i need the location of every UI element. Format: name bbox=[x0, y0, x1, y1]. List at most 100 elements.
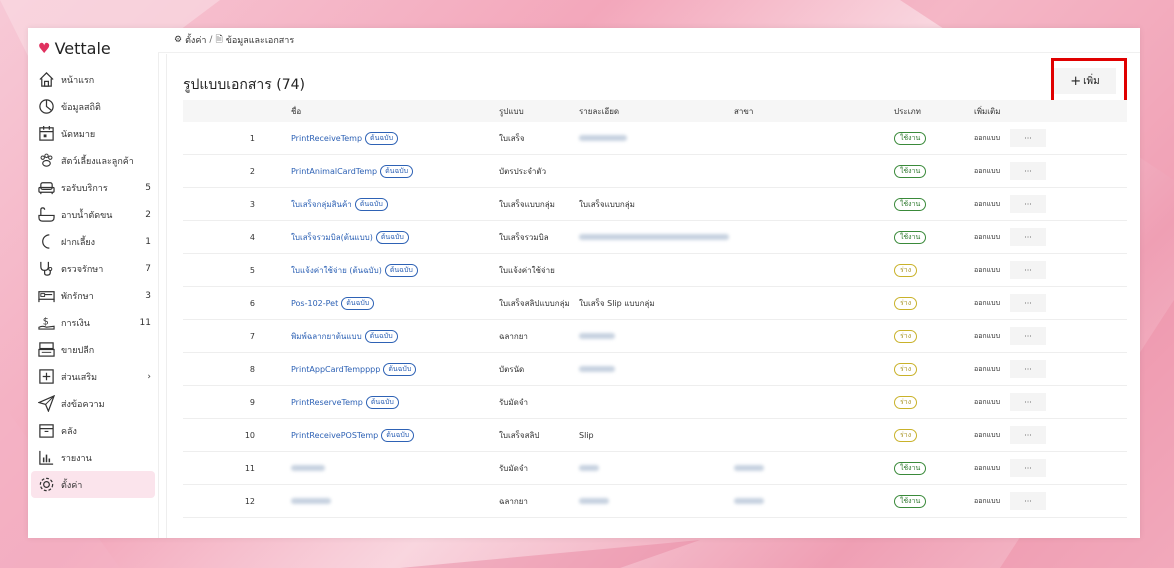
more-options-button[interactable]: ··· bbox=[1010, 426, 1047, 444]
main-content: รูปแบบเอกสาร (74) + เพิ่ม ชื่อ รูปแบบ รา… bbox=[166, 54, 1140, 538]
row-status: ใช้งาน bbox=[894, 164, 974, 178]
table-row[interactable]: 6 Pos-102-Pet ต้นฉบับ ใบเสร็จสลิปแบบกลุ่ม ใบ… bbox=[183, 287, 1127, 320]
sidebar-item-5[interactable]: รอรับบริการ 5 bbox=[28, 174, 158, 201]
design-button[interactable]: ออกแบบ bbox=[974, 298, 1000, 309]
row-status: ใช้งาน bbox=[894, 230, 974, 244]
more-options-button[interactable]: ··· bbox=[1010, 360, 1047, 378]
row-number: 10 bbox=[244, 430, 255, 440]
redacted-name bbox=[291, 465, 325, 471]
sidebar-item-label: พักรักษา bbox=[61, 291, 94, 302]
more-options-button[interactable]: ··· bbox=[1010, 459, 1047, 477]
more-options-button[interactable]: ··· bbox=[1010, 261, 1047, 279]
highlight-box bbox=[1051, 58, 1127, 104]
more-options-button[interactable]: ··· bbox=[1010, 492, 1047, 510]
design-button[interactable]: ออกแบบ bbox=[974, 166, 1000, 177]
design-button[interactable]: ออกแบบ bbox=[974, 463, 1000, 474]
sidebar-item-6[interactable]: อาบน้ำตัดขน 2 bbox=[28, 201, 158, 228]
design-button[interactable]: ออกแบบ bbox=[974, 331, 1000, 342]
table-row[interactable]: 10 PrintReceivePOSTemp ต้นฉบับ ใบเสร็จสลิป S… bbox=[183, 419, 1127, 452]
design-button[interactable]: ออกแบบ bbox=[974, 364, 1000, 375]
template-name-link[interactable]: PrintReceiveTemp bbox=[291, 134, 362, 143]
sidebar-item-9[interactable]: พักรักษา 3 bbox=[28, 282, 158, 309]
sidebar-item-13[interactable]: ส่งข้อความ bbox=[28, 390, 158, 417]
template-name-link[interactable]: ใบแจ้งค่าใช้จ่าย (ต้นฉบับ) bbox=[291, 264, 382, 277]
original-badge: ต้นฉบับ bbox=[354, 197, 388, 211]
table-row[interactable]: 11 รับมัดจำ ใช้งาน ออกแบบ ··· bbox=[183, 452, 1127, 485]
header-branch[interactable]: สาขา bbox=[734, 105, 894, 118]
table-row[interactable]: 1 PrintReceiveTemp ต้นฉบับ ใบเสร็จ ใช้งาน ออก… bbox=[183, 122, 1127, 155]
breadcrumb-root[interactable]: ตั้งค่า bbox=[185, 33, 206, 47]
sidebar-item-16[interactable]: ตั้งค่า bbox=[31, 471, 155, 498]
sidebar-item-1[interactable]: หน้าแรก bbox=[28, 66, 158, 93]
template-name-link[interactable]: ใบเสร็จรวมบิล(ต้นแบบ) bbox=[291, 231, 373, 244]
more-options-button[interactable]: ··· bbox=[1010, 195, 1047, 213]
template-name-link[interactable]: พิมพ์ฉลากยาต้นแบบ bbox=[291, 330, 362, 343]
more-options-button[interactable]: ··· bbox=[1010, 228, 1047, 246]
table-row[interactable]: 9 PrintReserveTemp ต้นฉบับ รับมัดจำ ร่าง ออกแ… bbox=[183, 386, 1127, 419]
row-type: ใบแจ้งค่าใช้จ่าย bbox=[499, 265, 555, 275]
row-name: ใบเสร็จกลุ่มสินค้า ต้นฉบับ bbox=[261, 197, 499, 211]
design-button[interactable]: ออกแบบ bbox=[974, 430, 1000, 441]
sidebar-item-15[interactable]: รายงาน bbox=[28, 444, 158, 471]
sidebar-item-10[interactable]: $ การเงิน 11 bbox=[28, 309, 158, 336]
design-button[interactable]: ออกแบบ bbox=[974, 496, 1000, 507]
status-badge: ร่าง bbox=[894, 395, 918, 409]
template-name-link[interactable]: PrintAppCardTempppp bbox=[291, 365, 380, 374]
more-options-button[interactable]: ··· bbox=[1010, 162, 1047, 180]
app-window: ♥ Vettale หน้าแรก ข้อมูลสถิติ นัดหมาย สัตว์… bbox=[28, 28, 1140, 538]
row-actions: ออกแบบ ··· bbox=[974, 195, 1127, 213]
design-button[interactable]: ออกแบบ bbox=[974, 397, 1000, 408]
row-name: พิมพ์ฉลากยาต้นแบบ ต้นฉบับ bbox=[261, 329, 499, 343]
sidebar-item-11[interactable]: ขายปลีก bbox=[28, 336, 158, 363]
design-button[interactable]: ออกแบบ bbox=[974, 232, 1000, 243]
header-type[interactable]: รูปแบบ bbox=[499, 105, 579, 118]
row-actions: ออกแบบ ··· bbox=[974, 294, 1127, 312]
table-row[interactable]: 5 ใบแจ้งค่าใช้จ่าย (ต้นฉบับ) ต้นฉบับ ใบแจ้ง… bbox=[183, 254, 1127, 287]
original-badge: ต้นฉบับ bbox=[383, 362, 417, 376]
template-name-link[interactable]: PrintReserveTemp bbox=[291, 398, 363, 407]
svg-text:$: $ bbox=[42, 316, 48, 327]
table-row[interactable]: 2 PrintAnimalCardTemp ต้นฉบับ บัตรประจำตัวใ… bbox=[183, 155, 1127, 188]
design-button[interactable]: ออกแบบ bbox=[974, 265, 1000, 276]
sidebar-item-count: 11 bbox=[139, 317, 151, 328]
row-actions: ออกแบบ ··· bbox=[974, 261, 1127, 279]
sidebar-item-label: อาบน้ำตัดขน bbox=[61, 210, 113, 221]
sidebar-item-14[interactable]: คลัง bbox=[28, 417, 158, 444]
sidebar-item-4[interactable]: สัตว์เลี้ยงและลูกค้า bbox=[28, 147, 158, 174]
design-button[interactable]: ออกแบบ bbox=[974, 199, 1000, 210]
document-icon: 🗎 bbox=[215, 35, 223, 45]
sidebar-item-8[interactable]: ตรวจรักษา 7 bbox=[28, 255, 158, 282]
header-name[interactable]: ชื่อ bbox=[261, 105, 499, 118]
sidebar-item-2[interactable]: ข้อมูลสถิติ bbox=[28, 93, 158, 120]
design-button[interactable]: ออกแบบ bbox=[974, 133, 1000, 144]
table-row[interactable]: 8 PrintAppCardTempppp ต้นฉบับ บัตรนัด ร่าง ออ… bbox=[183, 353, 1127, 386]
sidebar-item-label: คลัง bbox=[61, 426, 77, 437]
row-status: ร่าง bbox=[894, 296, 974, 310]
sidebar-item-7[interactable]: ฝากเลี้ยง 1 bbox=[28, 228, 158, 255]
template-name-link[interactable]: PrintAnimalCardTemp bbox=[291, 167, 377, 176]
status-badge: ร่าง bbox=[894, 428, 918, 442]
brand-logo[interactable]: ♥ Vettale bbox=[38, 39, 111, 58]
table-row[interactable]: 4 ใบเสร็จรวมบิล(ต้นแบบ) ต้นฉบับ ใบเสร็จรวมบ… bbox=[183, 221, 1127, 254]
more-options-button[interactable]: ··· bbox=[1010, 294, 1047, 312]
more-options-button[interactable]: ··· bbox=[1010, 393, 1047, 411]
template-name-link[interactable]: PrintReceivePOSTemp bbox=[291, 431, 378, 440]
stats-icon bbox=[37, 98, 55, 116]
header-desc[interactable]: รายละเอียด bbox=[579, 105, 734, 118]
table-row[interactable]: 7 พิมพ์ฉลากยาต้นแบบ ต้นฉบับ ฉลากยา ร่าง ออกแบ… bbox=[183, 320, 1127, 353]
more-options-button[interactable]: ··· bbox=[1010, 327, 1047, 345]
template-name-link[interactable]: ใบเสร็จกลุ่มสินค้า bbox=[291, 198, 352, 211]
row-actions: ออกแบบ ··· bbox=[974, 327, 1127, 345]
more-options-button[interactable]: ··· bbox=[1010, 129, 1047, 147]
sidebar-item-12[interactable]: ส่วนเสริม › bbox=[28, 363, 158, 390]
sidebar-item-3[interactable]: นัดหมาย bbox=[28, 120, 158, 147]
gear-icon: ⚙ bbox=[174, 35, 183, 45]
header-status[interactable]: ประเภท bbox=[894, 105, 974, 118]
table-row[interactable]: 12 ฉลากยา ใช้งาน ออกแบบ ··· bbox=[183, 485, 1127, 518]
table-row[interactable]: 3 ใบเสร็จกลุ่มสินค้า ต้นฉบับ ใบเสร็จแบบกลุ่… bbox=[183, 188, 1127, 221]
template-name-link[interactable]: Pos-102-Pet bbox=[291, 299, 338, 308]
row-actions: ออกแบบ ··· bbox=[974, 228, 1127, 246]
row-number: 8 bbox=[249, 364, 255, 374]
sofa-icon bbox=[37, 179, 55, 197]
row-type: บัตรนัด bbox=[499, 364, 525, 374]
